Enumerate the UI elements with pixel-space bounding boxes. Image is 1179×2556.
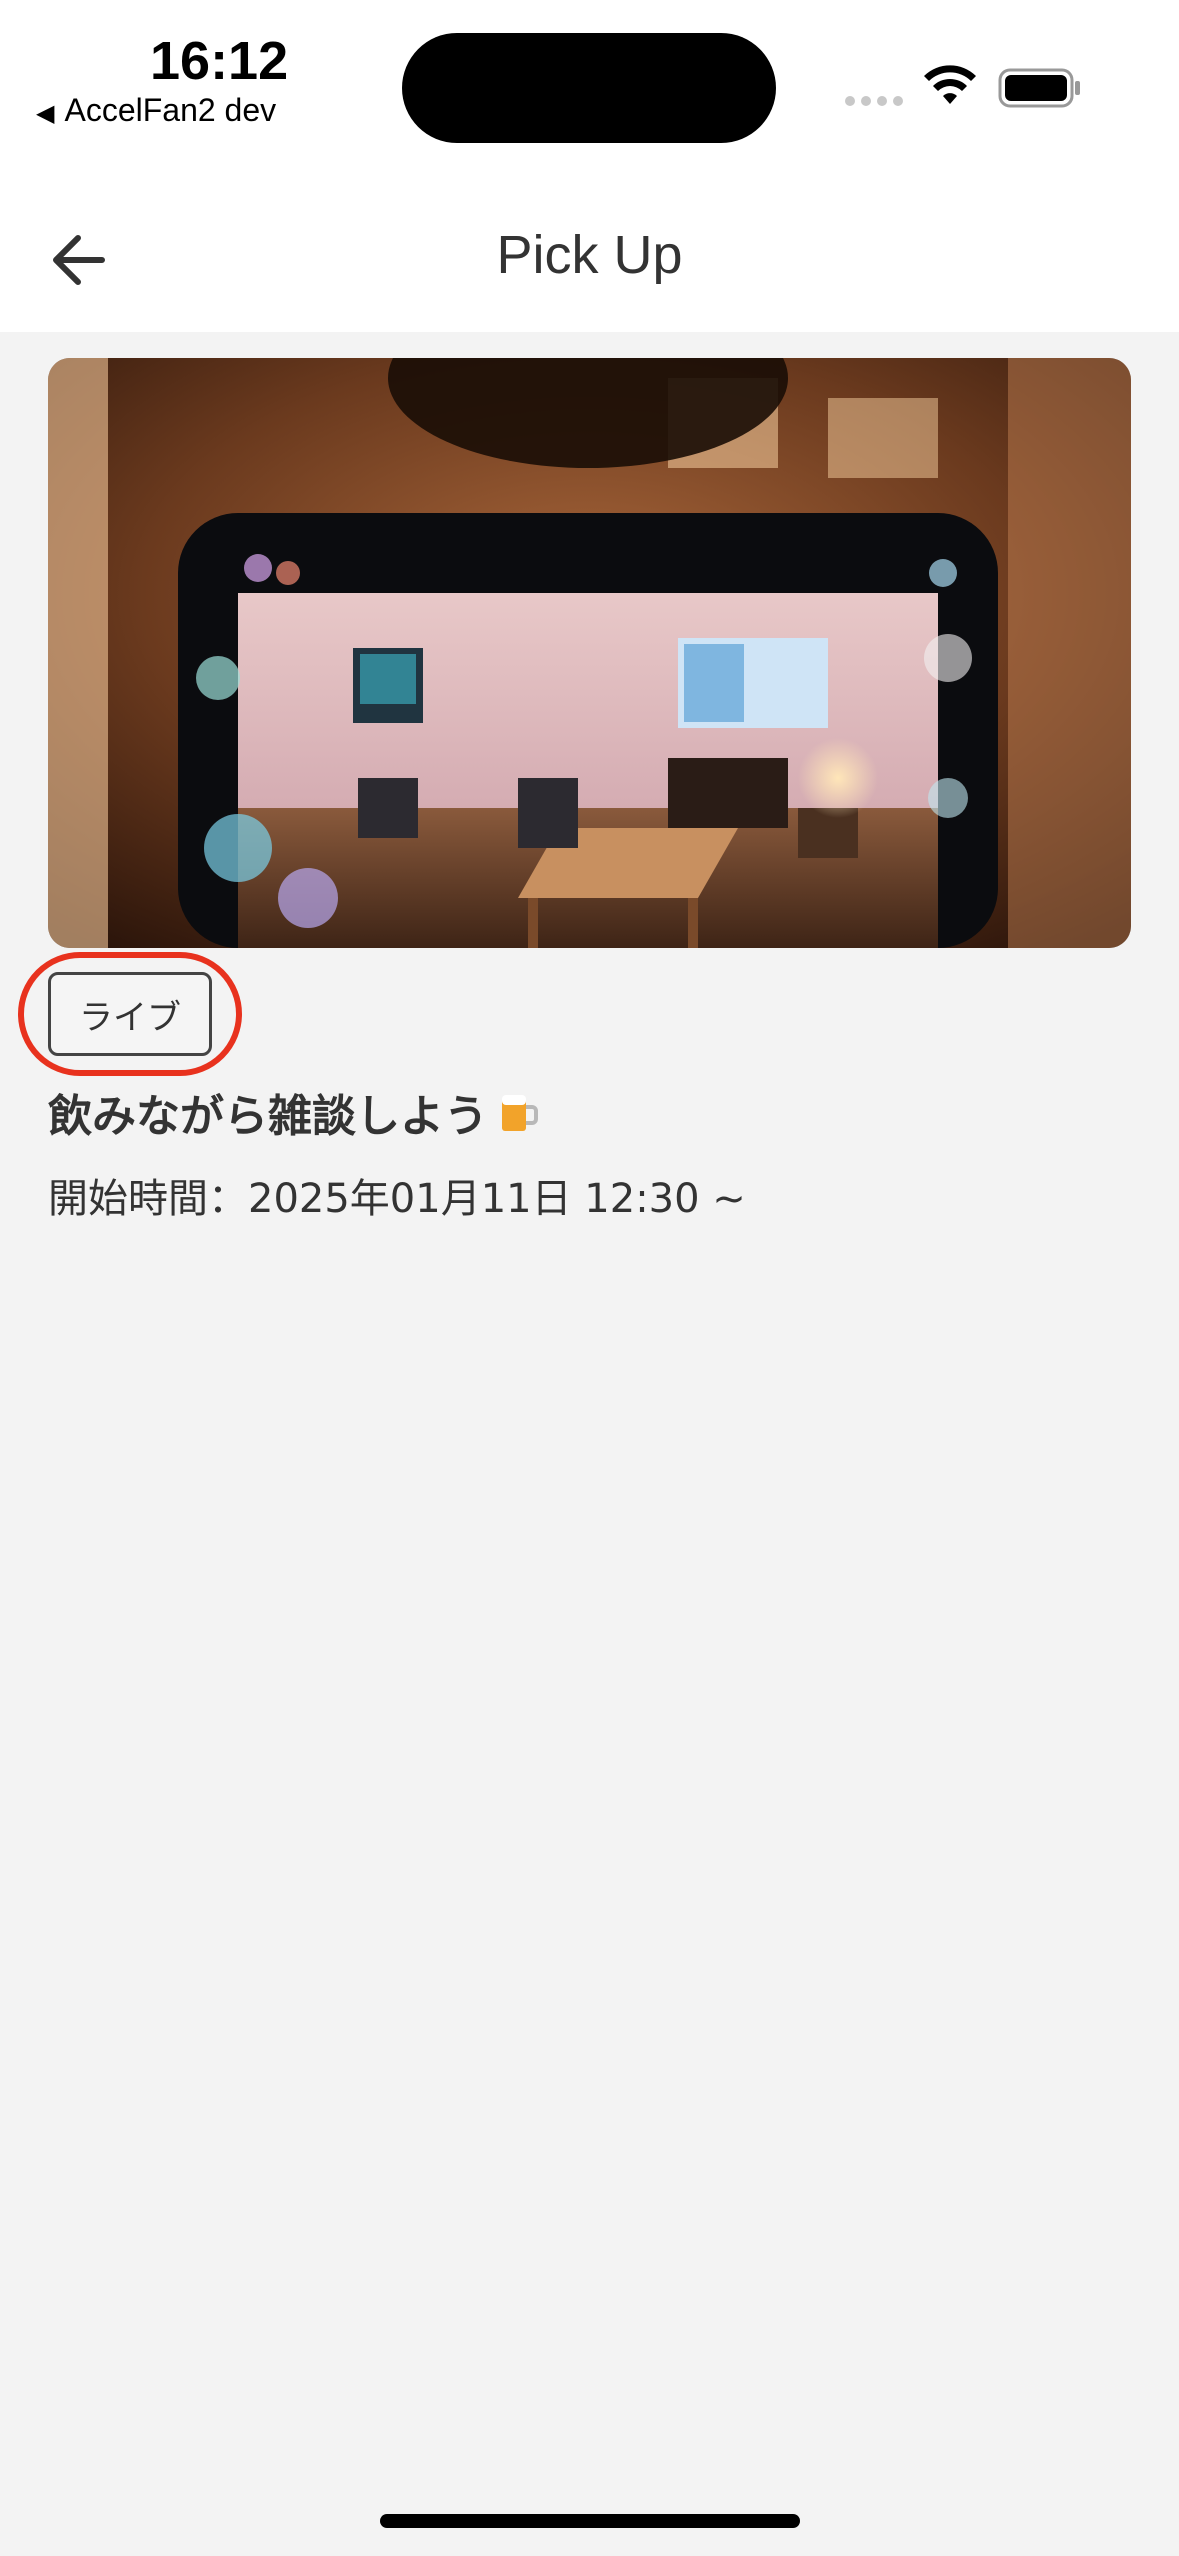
beer-mug-icon xyxy=(502,1095,538,1131)
status-bar: 16:12 ◀ AccelFan2 dev xyxy=(0,0,1179,180)
app-header: Pick Up xyxy=(0,180,1179,332)
back-to-app-label: AccelFan2 dev xyxy=(64,92,277,128)
pickup-content: ライブ 飲みながら雑談しよう 開始時間：2025年01月11日 12:30 ~ xyxy=(0,332,1179,2556)
home-indicator[interactable] xyxy=(380,2514,800,2528)
page-title: Pick Up xyxy=(496,225,683,285)
back-to-app-link[interactable]: ◀ AccelFan2 dev xyxy=(36,92,276,129)
cellular-signal-icon xyxy=(845,96,903,106)
wifi-icon xyxy=(924,65,976,104)
event-start-time: 開始時間：2025年01月11日 12:30 ~ xyxy=(48,1176,746,1222)
event-thumbnail[interactable] xyxy=(48,358,1131,948)
event-title[interactable]: 飲みながら雑談しよう xyxy=(48,1080,540,1144)
event-title-text: 飲みながら雑談しよう xyxy=(48,1091,488,1142)
status-time: 16:12 xyxy=(150,31,289,91)
battery-icon xyxy=(998,68,1080,108)
live-badge: ライブ xyxy=(48,972,212,1056)
back-triangle-icon: ◀ xyxy=(36,100,55,127)
dynamic-island xyxy=(402,33,776,143)
